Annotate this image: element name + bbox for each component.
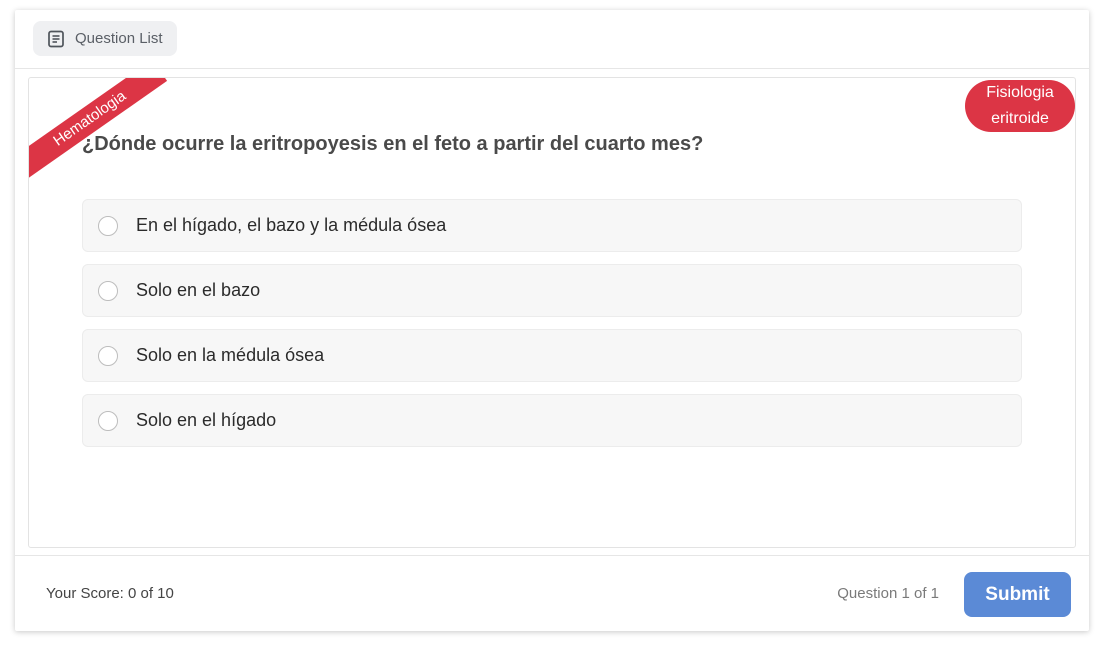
quiz-card: Question List Hematologia Fisiologia eri… [15, 10, 1089, 631]
question-text: ¿Dónde ocurre la eritropoyesis en el fet… [82, 133, 704, 155]
question-list-label: Question List [75, 30, 163, 47]
answer-option-label: Solo en la médula ósea [136, 345, 325, 365]
question-panel: Hematologia Fisiologia eritroide ¿Dónde … [28, 77, 1076, 548]
answer-option-label: En el hígado, el bazo y la médula ósea [136, 215, 447, 235]
question-list-button[interactable]: Question List [33, 21, 177, 56]
category-ribbon: Hematologia [29, 78, 168, 179]
radio-button[interactable] [98, 280, 118, 301]
answer-option-label: Solo en el hígado [136, 410, 277, 430]
answer-options: En el hígado, el bazo y la médula ósea S… [82, 199, 1022, 459]
answer-option[interactable]: Solo en el bazo [82, 264, 1022, 317]
radio-button[interactable] [98, 345, 118, 366]
radio-button[interactable] [98, 215, 118, 236]
answer-option[interactable]: Solo en el hígado [82, 394, 1022, 447]
answer-option[interactable]: En el hígado, el bazo y la médula ósea [82, 199, 1022, 252]
score-text: Your Score: 0 of 10 [46, 585, 174, 602]
question-progress: Question 1 of 1 [837, 585, 939, 602]
radio-button[interactable] [98, 410, 118, 431]
answer-option[interactable]: Solo en la médula ósea [82, 329, 1022, 382]
footer-bar: Your Score: 0 of 10 Question 1 of 1 Subm… [15, 555, 1089, 632]
document-list-icon [47, 30, 65, 48]
top-bar: Question List [15, 10, 1089, 69]
submit-button[interactable]: Submit [964, 572, 1071, 617]
subtopic-badge: Fisiologia eritroide [965, 80, 1075, 132]
answer-option-label: Solo en el bazo [136, 280, 261, 300]
